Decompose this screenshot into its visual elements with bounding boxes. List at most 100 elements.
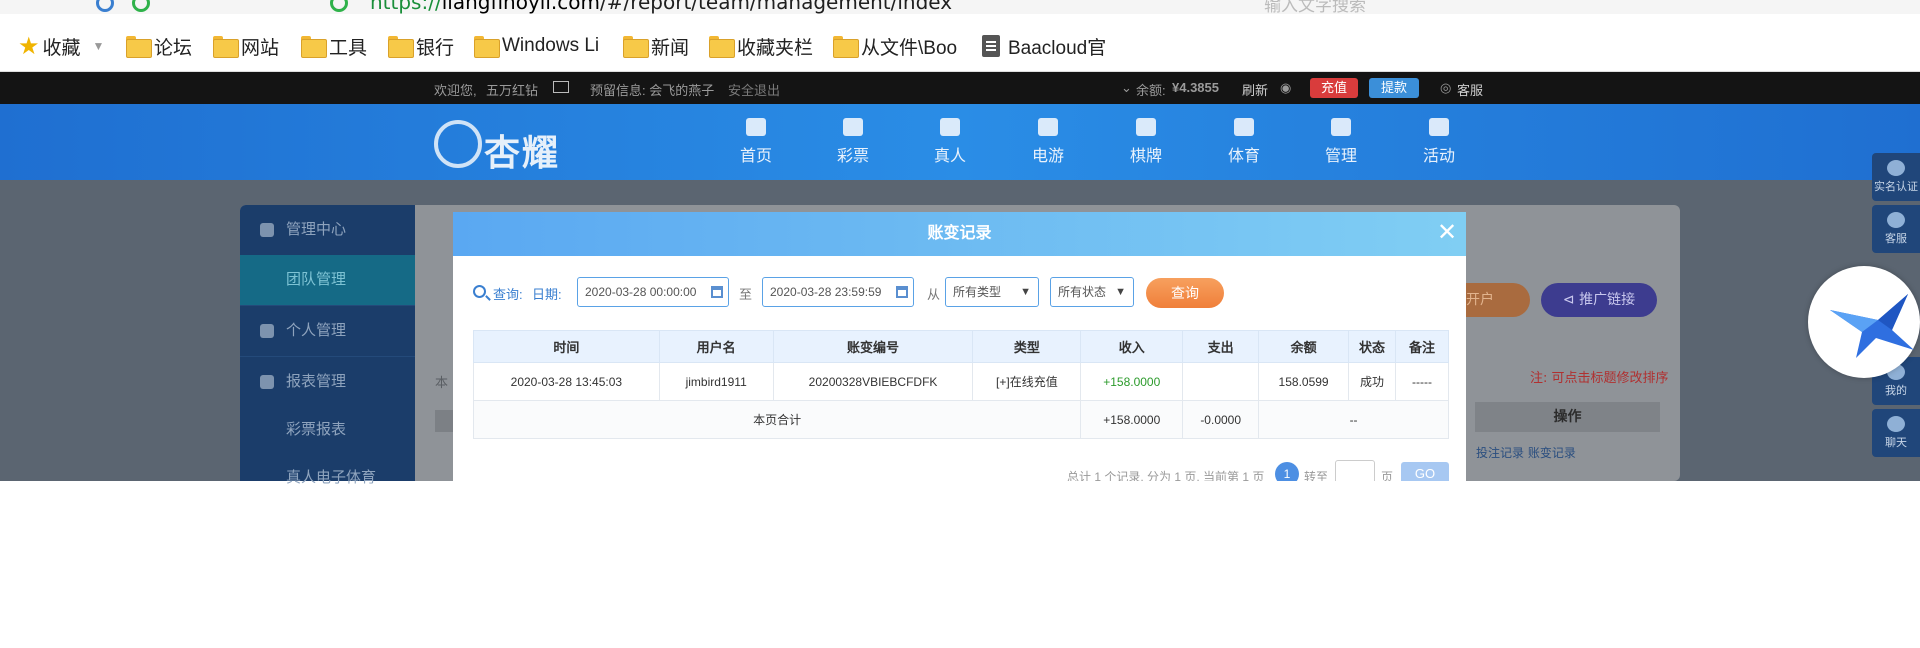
sidebar-item-live-report[interactable]: 真人电子体育 xyxy=(240,453,415,503)
to-label: 至 xyxy=(739,287,753,302)
sidebar-item-personal[interactable]: 个人管理 xyxy=(240,306,415,356)
date-from-input[interactable]: 2020-03-28 00:00:00 xyxy=(577,277,729,307)
balance-label: 余额: xyxy=(1136,83,1166,98)
gift-icon xyxy=(1429,118,1449,136)
page-label: 页 xyxy=(1381,470,1394,481)
open-account-button[interactable]: 开户 xyxy=(1462,283,1530,317)
address-bar[interactable]: https://ilangfinoyil.com/#/report/team/m… xyxy=(0,0,1920,14)
nav-home[interactable]: 首页 xyxy=(721,118,791,166)
column-header[interactable]: 收入 xyxy=(1080,330,1184,363)
bookmark-folder[interactable]: 工具 xyxy=(301,34,367,59)
rightbar-label: 我的 xyxy=(1885,384,1907,397)
headset-icon xyxy=(1887,212,1905,228)
bookmark-folder[interactable]: 从文件\Boo xyxy=(833,34,958,59)
star-icon: ★ xyxy=(18,32,40,60)
calendar-icon[interactable] xyxy=(896,286,908,298)
bookmark-folder[interactable]: 银行 xyxy=(388,34,454,59)
status-select-value: 所有状态 xyxy=(1058,285,1107,299)
bookmark-folder[interactable]: 网站 xyxy=(213,34,279,59)
document-icon xyxy=(982,35,1000,57)
service-link[interactable]: 客服 xyxy=(1457,80,1483,99)
nav-events[interactable]: 活动 xyxy=(1404,118,1474,166)
share-link-button[interactable]: ⊲ 推广链接 xyxy=(1541,283,1657,317)
column-header[interactable]: 状态 xyxy=(1348,330,1396,363)
nav-cards[interactable]: 棋牌 xyxy=(1111,118,1181,166)
close-icon[interactable]: ✕ xyxy=(1436,220,1458,246)
realname-button[interactable]: 实名认证 xyxy=(1872,153,1920,201)
refresh-icon[interactable] xyxy=(132,0,150,12)
date-to-input[interactable]: 2020-03-28 23:59:59 xyxy=(762,277,914,307)
from-label: 从 xyxy=(927,287,941,302)
bookmark-label: Windows Li xyxy=(502,35,600,56)
floating-assistant[interactable] xyxy=(1808,266,1920,378)
chat-button[interactable]: 聊天 xyxy=(1872,409,1920,457)
url-text[interactable]: https://ilangfinoyil.com/#/report/team/m… xyxy=(370,0,952,14)
operation-links[interactable]: 投注记录 账变记录 xyxy=(1476,444,1576,461)
nav-live[interactable]: 真人 xyxy=(915,118,985,166)
bookmark-folder[interactable]: Windows Li xyxy=(474,34,599,58)
nav-sports[interactable]: 体育 xyxy=(1209,118,1279,166)
sidebar-item-label: 彩票报表 xyxy=(286,421,347,438)
summary-rest: -- xyxy=(1258,400,1449,439)
rightbar-label: 实名认证 xyxy=(1874,180,1918,193)
username-link[interactable]: 五万红钻 xyxy=(486,80,538,99)
live-dealer-icon xyxy=(940,118,960,136)
welcome-text: 欢迎您, xyxy=(434,83,477,98)
site-top-strip: 欢迎您, 五万红钻 预留信息: 会飞的燕子 安全退出 ⌄ 余额: ¥4.3855… xyxy=(0,72,1920,104)
chat-icon xyxy=(1887,416,1905,432)
status-select[interactable]: 所有状态 ▼ xyxy=(1050,277,1134,307)
sidebar-item-management-center[interactable]: 管理中心 xyxy=(240,205,415,255)
back-icon[interactable] xyxy=(96,0,114,12)
chevron-down-icon[interactable]: ⌄ xyxy=(1121,80,1132,96)
mail-icon[interactable] xyxy=(553,81,569,93)
bookmark-link[interactable]: Baacloud官 xyxy=(982,34,1106,59)
withdraw-button[interactable]: 提款 xyxy=(1369,78,1419,98)
folder-icon xyxy=(474,36,500,58)
bookmark-favorites[interactable]: ★ 收藏 ▼ xyxy=(18,32,105,60)
url-path: /#/report/team/management/index xyxy=(599,0,953,14)
sidebar-item-lottery-report[interactable]: 彩票报表 xyxy=(240,405,415,455)
service-button[interactable]: 客服 xyxy=(1872,205,1920,253)
eye-icon[interactable]: ◉ xyxy=(1280,80,1291,96)
nav-management[interactable]: 管理 xyxy=(1306,118,1376,166)
column-header[interactable]: 备注 xyxy=(1394,330,1450,363)
query-button[interactable]: 查询 xyxy=(1146,278,1224,308)
rightbar-label: 客服 xyxy=(1885,232,1907,245)
lottery-icon xyxy=(843,118,863,136)
cell-expense xyxy=(1182,362,1260,401)
sidebar-item-label: 个人管理 xyxy=(286,322,347,339)
column-header[interactable]: 支出 xyxy=(1182,330,1260,363)
bookmark-folder[interactable]: 收藏夹栏 xyxy=(709,34,813,59)
column-header[interactable]: 类型 xyxy=(972,330,1082,363)
chevron-down-icon: ▼ xyxy=(1020,286,1031,298)
table-header-stub xyxy=(435,410,453,432)
nav-slots[interactable]: 电游 xyxy=(1013,118,1083,166)
column-header[interactable]: 用户名 xyxy=(658,330,774,363)
calendar-icon[interactable] xyxy=(711,286,723,298)
current-page-button[interactable]: 1 xyxy=(1275,462,1299,481)
nav-label: 活动 xyxy=(1422,148,1455,165)
type-select[interactable]: 所有类型 ▼ xyxy=(945,277,1039,307)
date-from-value: 2020-03-28 00:00:00 xyxy=(585,285,697,299)
bookmark-folder[interactable]: 新闻 xyxy=(623,34,689,59)
recharge-button[interactable]: 充值 xyxy=(1310,78,1358,98)
browser-search-input[interactable]: 输入文字搜索 xyxy=(1264,0,1366,14)
refresh-link[interactable]: 刷新 xyxy=(1242,80,1268,99)
go-button[interactable]: GO xyxy=(1401,462,1449,481)
sidebar-item-reports[interactable]: 报表管理 xyxy=(240,357,415,407)
bookmark-label: 从文件\Boo xyxy=(861,37,958,59)
table-header-row: 时间 用户名 账变编号 类型 收入 支出 余额 状态 备注 xyxy=(473,330,1450,363)
chevron-down-icon[interactable]: ▼ xyxy=(93,39,105,53)
report-icon xyxy=(260,375,274,389)
nav-lottery[interactable]: 彩票 xyxy=(818,118,888,166)
bookmark-folder[interactable]: 论坛 xyxy=(126,34,192,59)
column-header[interactable]: 时间 xyxy=(473,330,660,363)
site-logo[interactable]: 杏耀 xyxy=(434,112,574,174)
page-number-input[interactable] xyxy=(1335,460,1375,481)
logout-link[interactable]: 安全退出 xyxy=(728,80,780,99)
column-header[interactable]: 账变编号 xyxy=(772,330,974,363)
column-header[interactable]: 余额 xyxy=(1258,330,1350,363)
sidebar-item-team-management[interactable]: 团队管理 xyxy=(240,255,415,305)
folder-icon xyxy=(126,36,152,58)
nav-label: 电游 xyxy=(1031,148,1064,165)
